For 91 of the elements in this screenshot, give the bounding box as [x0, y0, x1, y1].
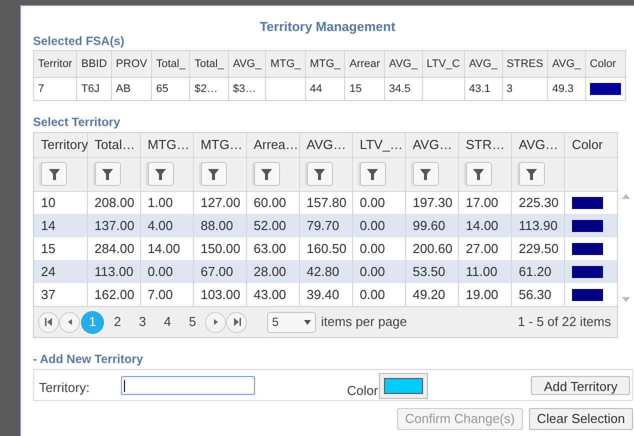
column-header[interactable]: Total_	[190, 50, 228, 78]
table-cell: AB	[111, 78, 152, 100]
column-header[interactable]: AVG_	[228, 50, 266, 78]
filter-icon	[420, 168, 432, 180]
next-page-icon	[212, 318, 220, 326]
page-button[interactable]: 5	[181, 310, 204, 334]
column-header[interactable]: STR…	[458, 133, 512, 157]
previous-page-button[interactable]	[59, 312, 80, 332]
column-header[interactable]: AVG…	[299, 133, 352, 157]
table-cell: 3	[502, 78, 548, 100]
table-cell: T6J	[76, 78, 112, 100]
table-cell: 44	[305, 78, 345, 100]
last-page-button[interactable]	[226, 312, 247, 332]
table-cell: 15	[344, 78, 385, 100]
last-page-icon	[232, 318, 240, 326]
filter-button[interactable]	[148, 162, 174, 186]
table-cell: 7	[34, 78, 77, 100]
dropdown-arrow-icon	[304, 320, 311, 324]
territory-input[interactable]	[121, 376, 255, 395]
next-page-button[interactable]	[205, 312, 226, 332]
filter-icon	[314, 168, 326, 180]
color-picker[interactable]	[379, 373, 428, 399]
column-header[interactable]: LTV_…	[352, 133, 406, 157]
table-cell: $2…	[190, 78, 228, 100]
filter-icon	[155, 168, 166, 180]
column-header[interactable]: AVG…	[511, 133, 564, 157]
filter-button[interactable]	[360, 162, 386, 186]
previous-page-icon	[66, 318, 74, 326]
filter-button[interactable]	[412, 162, 439, 186]
filter-icon	[367, 168, 378, 180]
table-row[interactable]: 15 284.00 14.00 150.00 63.00 160.50 0.00 200.60 27.00 229.50	[34, 237, 618, 260]
column-header[interactable]: MTG_	[305, 50, 345, 78]
table-row[interactable]: 14 137.00 4.00 88.00 52.00 79.70 0.00 99.60 14.00 113.90	[34, 214, 618, 237]
column-header[interactable]: Arrea…	[246, 133, 300, 157]
column-header[interactable]: MTG…	[193, 133, 246, 157]
table-cell: 49.3	[548, 78, 586, 100]
filter-button[interactable]	[306, 162, 333, 186]
table-cell: $3…	[228, 78, 266, 100]
column-header[interactable]: PROV	[111, 50, 152, 78]
filter-button[interactable]	[94, 162, 121, 186]
column-header[interactable]: Color	[585, 50, 626, 78]
table-cell: 43.1	[464, 78, 502, 100]
filter-icon	[208, 168, 220, 180]
column-header[interactable]: Total_	[152, 50, 190, 78]
table-cell: 34.5	[384, 78, 422, 100]
filter-button[interactable]	[518, 162, 545, 186]
column-header[interactable]: AVG…	[405, 133, 458, 157]
section-heading: Select Territory	[33, 114, 122, 131]
column-header[interactable]: Total…	[87, 133, 140, 157]
section-heading: Selected FSA(s)	[33, 33, 126, 50]
filter-icon	[102, 168, 114, 180]
add-territory-button[interactable]: Add Territory	[531, 376, 630, 395]
column-header[interactable]: STRES	[502, 50, 548, 78]
filter-icon	[48, 168, 60, 180]
pager-summary: 1 - 5 of 22 items	[518, 313, 612, 332]
table-row[interactable]: 10 208.00 1.00 127.00 60.00 157.80 0.00 197.30 17.00 225.30	[34, 191, 618, 214]
column-header[interactable]: Color	[564, 133, 618, 157]
page-button[interactable]: 4	[156, 310, 179, 334]
table-cell	[422, 78, 464, 100]
table-cell	[266, 78, 306, 100]
column-header[interactable]: Territory	[34, 133, 88, 157]
column-header[interactable]: MTG_	[266, 50, 306, 78]
action-button[interactable]: Clear Selection	[528, 408, 633, 430]
table-row[interactable]: 37 162.00 7.00 103.00 43.00 39.40 0.00 49.20 19.00 56.30	[34, 283, 618, 306]
field-label: Territory:	[39, 379, 90, 397]
pager-label: items per page	[321, 313, 407, 332]
column-header[interactable]: LTV_C	[422, 50, 464, 78]
first-page-icon	[44, 318, 52, 326]
filter-button[interactable]	[466, 162, 492, 186]
filter-button[interactable]	[200, 162, 227, 186]
filter-button[interactable]	[41, 162, 67, 186]
filter-icon	[473, 168, 484, 180]
table-cell: 65	[152, 78, 190, 100]
column-header[interactable]: MTG…	[140, 133, 194, 157]
column-header[interactable]: Territor	[34, 50, 77, 78]
filter-icon	[261, 168, 272, 180]
page-button[interactable]: 2	[106, 310, 129, 334]
table-row[interactable]: 24 113.00 0.00 67.00 28.00 42.80 0.00 53.50 11.00 61.20	[34, 260, 618, 283]
column-header[interactable]: Arrear	[344, 50, 385, 78]
filter-button[interactable]	[254, 162, 280, 186]
field-label: Color:	[347, 382, 382, 400]
column-header[interactable]: AVG_	[548, 50, 586, 78]
column-header[interactable]: AVG_	[384, 50, 422, 78]
dialog-title: Territory Management	[260, 19, 396, 34]
section-heading: - Add New Territory	[33, 351, 144, 368]
page-button[interactable]: 3	[131, 310, 154, 334]
column-header[interactable]: AVG_	[464, 50, 502, 78]
page-size-dropdown[interactable]: 5	[267, 312, 316, 332]
column-header[interactable]: BBID	[76, 50, 112, 78]
filter-icon	[526, 168, 538, 180]
first-page-button[interactable]	[38, 312, 59, 332]
